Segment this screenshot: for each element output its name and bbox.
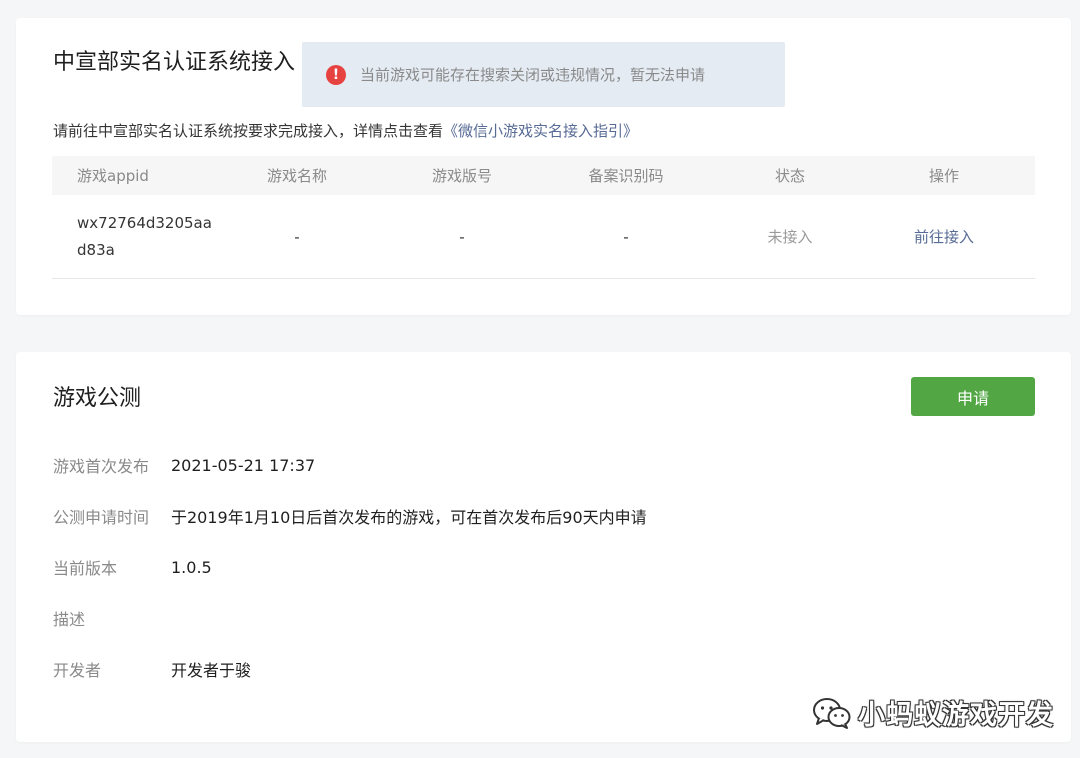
info-label: 开发者	[53, 661, 102, 680]
realname-guide-link[interactable]: 《微信小游戏实名接入指引》	[443, 122, 638, 140]
info-row-description: 描述	[53, 606, 171, 630]
col-header-license: 游戏版号	[431, 167, 492, 185]
info-label: 当前版本	[53, 559, 118, 578]
watermark: 小蚂蚁游戏开发	[812, 693, 1054, 732]
table-row: wx72764d3205aad83a - - - 未接入 前往接入	[52, 195, 1035, 279]
cell-license: -	[459, 227, 465, 246]
col-header-record-code: 备案识别码	[588, 167, 664, 185]
wechat-icon	[813, 697, 851, 729]
info-row-version: 当前版本 1.0.5	[53, 555, 212, 579]
info-value: 开发者于骏	[171, 661, 252, 680]
error-circle-icon: !	[326, 64, 346, 85]
watermark-text: 小蚂蚁游戏开发	[858, 700, 1054, 731]
info-row-developer: 开发者 开发者于骏	[53, 657, 251, 681]
cell-name: -	[294, 227, 300, 246]
cell-appid: wx72764d3205aad83a	[52, 210, 232, 264]
cell-record-code: -	[623, 227, 629, 246]
info-value: 1.0.5	[171, 557, 212, 577]
info-row-apply-time: 公测申请时间 于2019年1月10日后首次发布的游戏，可在首次发布后90天内申请	[53, 504, 647, 528]
realname-intro-text: 请前往中宣部实名认证系统按要求完成接入，详情点击查看	[53, 122, 444, 140]
realname-table: 游戏appid 游戏名称 游戏版号 备案识别码 状态 操作 wx72764d32…	[52, 156, 1035, 279]
col-header-appid: 游戏appid	[77, 167, 149, 185]
realname-title: 中宣部实名认证系统接入	[53, 50, 296, 75]
info-label: 公测申请时间	[53, 508, 150, 527]
appid-value: wx72764d3205aad83a	[77, 213, 212, 259]
toast-message: 当前游戏可能存在搜索关闭或违规情况，暂无法申请	[360, 66, 706, 84]
info-row-first-release: 游戏首次发布 2021-05-21 17:37	[53, 453, 315, 477]
public-test-title: 游戏公测	[53, 386, 142, 411]
col-header-action: 操作	[928, 167, 959, 185]
realname-intro: 请前往中宣部实名认证系统按要求完成接入，详情点击查看《微信小游戏实名接入指引》	[53, 120, 638, 141]
goto-integrate-link[interactable]: 前往接入	[890, 226, 998, 247]
col-header-name: 游戏名称	[266, 167, 327, 185]
info-value: 2021-05-21 17:37	[171, 455, 316, 475]
table-header: 游戏appid 游戏名称 游戏版号 备案识别码 状态 操作	[52, 156, 1035, 195]
error-toast: ! 当前游戏可能存在搜索关闭或违规情况，暂无法申请	[302, 42, 785, 107]
info-value: 于2019年1月10日后首次发布的游戏，可在首次发布后90天内申请	[171, 508, 647, 527]
apply-button[interactable]: 申请	[911, 377, 1035, 416]
cell-status: 未接入	[767, 228, 813, 246]
col-header-status: 状态	[774, 167, 805, 185]
info-label: 游戏首次发布	[53, 457, 150, 476]
public-test-card: 游戏公测 申请 游戏首次发布 2021-05-21 17:37 公测申请时间 于…	[16, 352, 1071, 742]
info-label: 描述	[53, 610, 86, 629]
